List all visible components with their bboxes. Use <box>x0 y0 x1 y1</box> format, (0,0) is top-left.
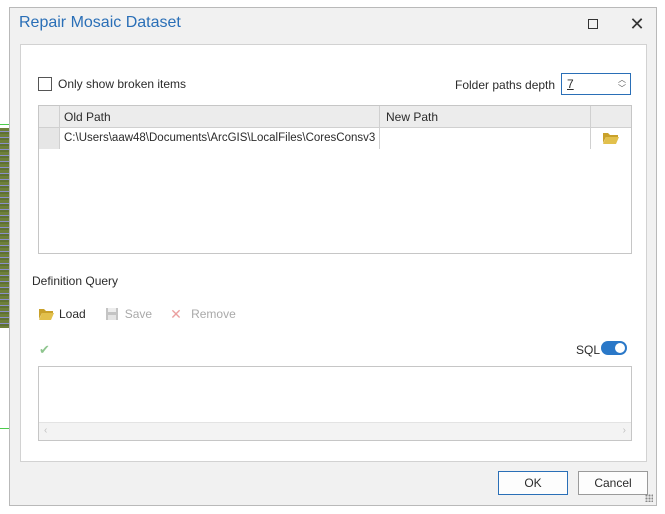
grid-header: Old Path New Path <box>39 106 631 128</box>
folder-depth-value[interactable]: 7 <box>567 77 574 91</box>
remove-button[interactable]: ✕ Remove <box>170 307 236 321</box>
folder-depth-label: Folder paths depth <box>455 78 556 92</box>
maximize-button[interactable] <box>579 12 607 36</box>
remove-icon: ✕ <box>170 306 182 322</box>
save-button[interactable]: Save <box>104 307 152 321</box>
row-selector[interactable] <box>39 128 60 149</box>
paths-grid: Old Path New Path C:\Users\aaw48\Documen… <box>38 105 632 254</box>
only-broken-checkbox[interactable] <box>38 77 52 91</box>
scroll-left-icon[interactable]: ‹ <box>44 425 47 436</box>
repair-mosaic-dialog: Repair Mosaic Dataset ✕ Only show broken… <box>9 7 657 506</box>
dialog-content: Only show broken items Folder paths dept… <box>20 44 647 462</box>
save-label: Save <box>124 307 153 321</box>
cancel-button[interactable]: Cancel <box>578 471 648 495</box>
ok-button[interactable]: OK <box>498 471 568 495</box>
only-broken-option[interactable]: Only show broken items <box>38 77 186 91</box>
remove-label: Remove <box>191 307 236 321</box>
column-divider <box>590 106 591 127</box>
maximize-icon <box>588 19 598 29</box>
load-button[interactable]: Load <box>38 307 86 321</box>
load-label: Load <box>59 307 86 321</box>
dialog-title: Repair Mosaic Dataset <box>19 14 181 31</box>
horizontal-scrollbar[interactable]: ‹ › <box>39 422 631 440</box>
folder-depth-spinner[interactable]: 7 ︿ ﹀ <box>561 73 631 95</box>
column-divider <box>379 128 380 149</box>
open-folder-icon <box>39 309 54 320</box>
close-button[interactable]: ✕ <box>623 12 651 36</box>
chevron-up-icon[interactable]: ︿ <box>617 75 627 84</box>
column-divider <box>590 128 591 149</box>
definition-query-label: Definition Query <box>32 274 119 288</box>
verify-checkmark-icon[interactable]: ✔ <box>39 342 50 358</box>
sql-toggle[interactable] <box>601 341 627 355</box>
row-header-corner <box>39 106 60 127</box>
query-toolbar: Load Save ✕ Remove <box>38 307 254 321</box>
query-editor[interactable]: ‹ › <box>38 366 632 441</box>
sql-label: SQL <box>576 343 601 357</box>
column-new-path[interactable]: New Path <box>386 110 438 124</box>
save-icon <box>105 308 118 320</box>
toggle-knob <box>615 343 625 353</box>
table-row[interactable]: C:\Users\aaw48\Documents\ArcGIS\LocalFil… <box>39 128 631 149</box>
old-path-cell[interactable]: C:\Users\aaw48\Documents\ArcGIS\LocalFil… <box>64 132 375 144</box>
column-old-path[interactable]: Old Path <box>64 110 111 124</box>
chevron-down-icon[interactable]: ﹀ <box>617 84 627 93</box>
resize-grip-icon[interactable] <box>645 494 653 502</box>
close-icon: ✕ <box>629 14 645 34</box>
browse-folder-icon[interactable] <box>602 131 620 145</box>
scroll-right-icon[interactable]: › <box>623 425 626 436</box>
column-divider <box>379 106 380 127</box>
only-broken-label: Only show broken items <box>58 77 187 91</box>
